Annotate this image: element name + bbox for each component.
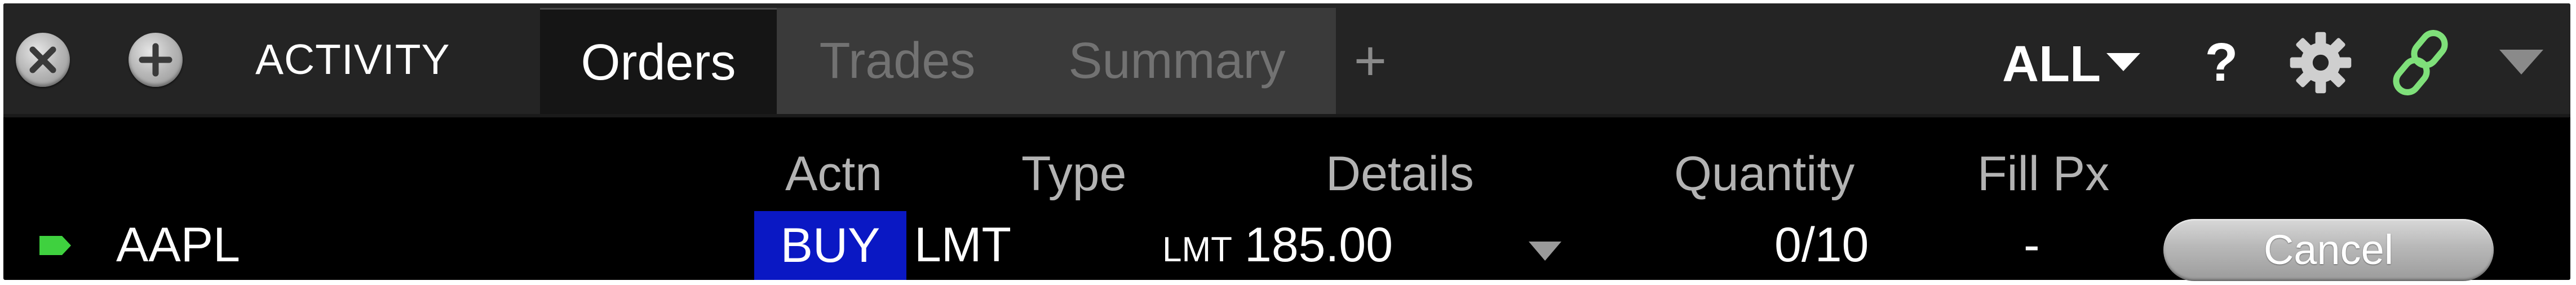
link-icon[interactable]: [2383, 26, 2462, 99]
order-details[interactable]: LMT 185.00: [1162, 210, 1393, 280]
tab-trades[interactable]: Trades: [777, 8, 1018, 114]
chevron-down-icon[interactable]: [2498, 47, 2544, 77]
caret-down-icon: [2106, 53, 2140, 71]
column-header-quantity[interactable]: Quantity: [1674, 146, 1854, 202]
add-tab-button[interactable]: +: [1339, 21, 1401, 100]
order-symbol: AAPL: [116, 218, 240, 272]
cancel-order-button[interactable]: Cancel: [2163, 219, 2494, 281]
add-panel-button[interactable]: [129, 33, 183, 87]
column-header-fill-px[interactable]: Fill Px: [1977, 146, 2109, 202]
order-fill-price: -: [2024, 218, 2040, 272]
order-status-flag-icon: [39, 236, 71, 255]
order-quantity: 0/10: [1774, 218, 1869, 272]
details-dropdown-icon[interactable]: [1528, 239, 1563, 262]
toolbar-divider: [3, 114, 2570, 117]
order-details-type: LMT: [1162, 230, 1232, 269]
help-button[interactable]: ?: [2196, 26, 2247, 99]
add-plus-icon: [139, 43, 172, 77]
column-header-actn[interactable]: Actn: [785, 146, 882, 202]
column-header-type[interactable]: Type: [1021, 146, 1126, 202]
close-panel-button[interactable]: [16, 33, 70, 87]
order-action: BUY: [754, 211, 906, 280]
order-type: LMT: [914, 218, 1011, 272]
gear-icon[interactable]: [2287, 29, 2354, 96]
panel-title: ACTIVITY: [255, 36, 450, 83]
column-header-details[interactable]: Details: [1326, 146, 1474, 202]
account-filter-dropdown[interactable]: ALL: [2002, 30, 2140, 98]
order-details-price: 185.00: [1245, 218, 1393, 272]
close-x-icon: [29, 46, 56, 73]
tab-summary[interactable]: Summary: [1018, 8, 1336, 114]
account-filter-label: ALL: [2002, 36, 2101, 93]
tab-orders[interactable]: Orders: [540, 8, 777, 114]
